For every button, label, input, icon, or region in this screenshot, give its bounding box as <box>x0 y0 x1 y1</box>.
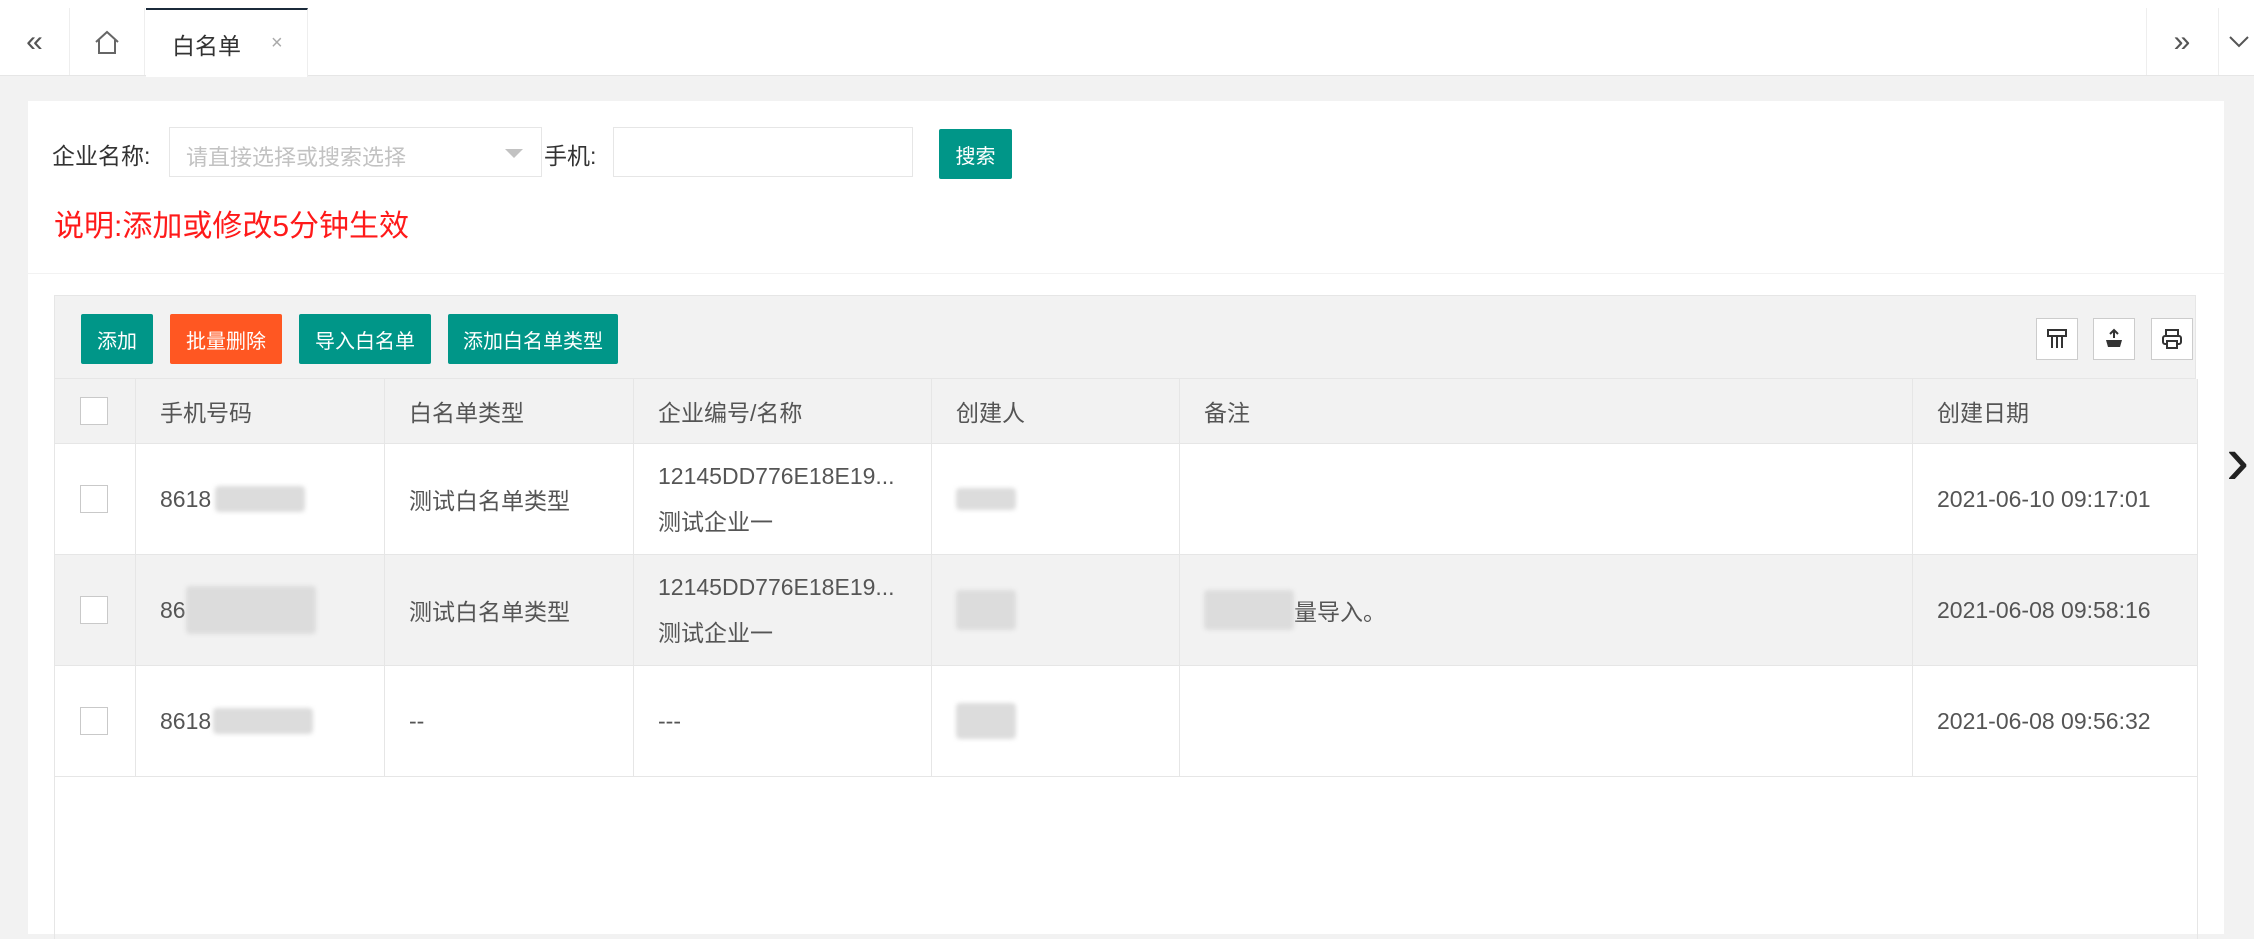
columns-icon[interactable] <box>2036 318 2078 360</box>
caret-down-icon <box>505 149 523 158</box>
type-cell: 测试白名单类型 <box>385 555 634 665</box>
tab-label: 白名单 <box>172 32 241 59</box>
export-icon[interactable] <box>2093 318 2135 360</box>
redaction <box>213 708 314 734</box>
redaction <box>215 486 306 512</box>
checkbox-cell <box>55 666 136 776</box>
phone-value: 86 <box>160 596 186 623</box>
checkbox-cell <box>55 444 136 554</box>
remark-cell <box>1180 444 1913 554</box>
company-select[interactable]: 请直接选择或搜索选择 <box>169 127 542 177</box>
home-icon[interactable] <box>70 8 145 75</box>
table-toolbar: 添加 批量删除 导入白名单 添加白名单类型 <box>54 295 2196 379</box>
company-placeholder: 请直接选择或搜索选择 <box>186 145 407 170</box>
col-header[interactable]: 企业编号/名称 <box>634 379 932 443</box>
checkbox-cell <box>55 555 136 665</box>
double-chevron-left-icon[interactable]: « <box>0 8 70 75</box>
remark-cell <box>1180 666 1913 776</box>
table-row[interactable]: 8618 测试白名单类型 12145DD776E18E19... 测试企业一 2… <box>55 444 2197 555</box>
type-cell: -- <box>385 666 634 776</box>
creator-cell <box>932 444 1180 554</box>
table-header: 手机号码 白名单类型 企业编号/名称 创建人 备注 创建日期 <box>55 379 2197 444</box>
col-header[interactable]: 白名单类型 <box>385 379 634 443</box>
col-header[interactable]: 创建日期 <box>1913 379 2197 443</box>
creator-cell <box>932 666 1180 776</box>
phone-value: 8618 <box>160 707 212 734</box>
redaction <box>956 703 1016 739</box>
table-panel: 添加 批量删除 导入白名单 添加白名单类型 手机号码 白名单类型 企业编号/名称… <box>28 274 2224 939</box>
row-checkbox[interactable] <box>80 707 108 735</box>
filter-panel: 企业名称: 请直接选择或搜索选择 手机: 搜索 说明:添加或修改5分钟生效 <box>28 101 2224 273</box>
redaction <box>956 488 1016 510</box>
table-row[interactable]: 8618 -- --- 2021-06-08 09:56:32 <box>55 666 2197 777</box>
phone-label: 手机: <box>544 143 597 169</box>
header-checkbox-cell <box>55 379 136 443</box>
company-cell: 12145DD776E18E19... 测试企业一 <box>634 444 932 554</box>
print-icon[interactable] <box>2151 318 2193 360</box>
col-header[interactable]: 创建人 <box>932 379 1180 443</box>
company-id: 12145DD776E18E19... <box>658 574 895 600</box>
add-button[interactable]: 添加 <box>81 314 153 364</box>
created-cell: 2021-06-08 09:56:32 <box>1937 707 2151 734</box>
created-cell: 2021-06-08 09:58:16 <box>1937 596 2151 623</box>
double-chevron-right-icon[interactable]: » <box>2146 8 2217 75</box>
batch-delete-button[interactable]: 批量删除 <box>170 314 282 364</box>
phone-cell: 8618 <box>136 444 385 554</box>
company-id: 12145DD776E18E19... <box>658 463 895 489</box>
phone-cell: 86 <box>136 555 385 665</box>
company-name: --- <box>658 708 681 734</box>
phone-input[interactable] <box>613 127 913 177</box>
row-checkbox[interactable] <box>80 485 108 513</box>
remark-value: 量导入。 <box>1294 599 1386 625</box>
select-all-checkbox[interactable] <box>80 397 108 425</box>
chevron-right-icon[interactable]: › <box>2226 420 2249 500</box>
company-label: 企业名称: <box>52 143 151 169</box>
remark-cell: 量导入。 <box>1180 555 1913 665</box>
redaction <box>185 586 316 634</box>
col-header[interactable]: 备注 <box>1180 379 1913 443</box>
phone-value: 8618 <box>160 485 212 512</box>
tab-bar: « 白名单 × » <box>0 0 2254 77</box>
creator-cell <box>932 555 1180 665</box>
import-button[interactable]: 导入白名单 <box>299 314 431 364</box>
note-text: 说明:添加或修改5分钟生效 <box>54 210 410 243</box>
phone-cell: 8618 <box>136 666 385 776</box>
table-row[interactable]: 86 测试白名单类型 12145DD776E18E19... 测试企业一 量导入… <box>55 555 2197 666</box>
search-button[interactable]: 搜索 <box>939 129 1012 179</box>
redaction <box>1204 590 1294 630</box>
close-icon[interactable]: × <box>271 32 283 55</box>
company-name: 测试企业一 <box>658 620 773 646</box>
add-type-button[interactable]: 添加白名单类型 <box>448 314 618 364</box>
row-checkbox[interactable] <box>80 596 108 624</box>
tab-whitelist[interactable]: 白名单 × <box>146 8 308 77</box>
created-cell: 2021-06-10 09:17:01 <box>1937 485 2151 512</box>
col-header[interactable]: 手机号码 <box>136 379 385 443</box>
company-cell: 12145DD776E18E19... 测试企业一 <box>634 555 932 665</box>
type-cell: 测试白名单类型 <box>385 444 634 554</box>
chevron-down-icon[interactable] <box>2218 8 2254 75</box>
company-cell: --- <box>634 666 932 776</box>
redaction <box>956 590 1016 630</box>
whitelist-table: 手机号码 白名单类型 企业编号/名称 创建人 备注 创建日期 8618 测试白名… <box>54 379 2198 939</box>
company-name: 测试企业一 <box>658 509 773 535</box>
